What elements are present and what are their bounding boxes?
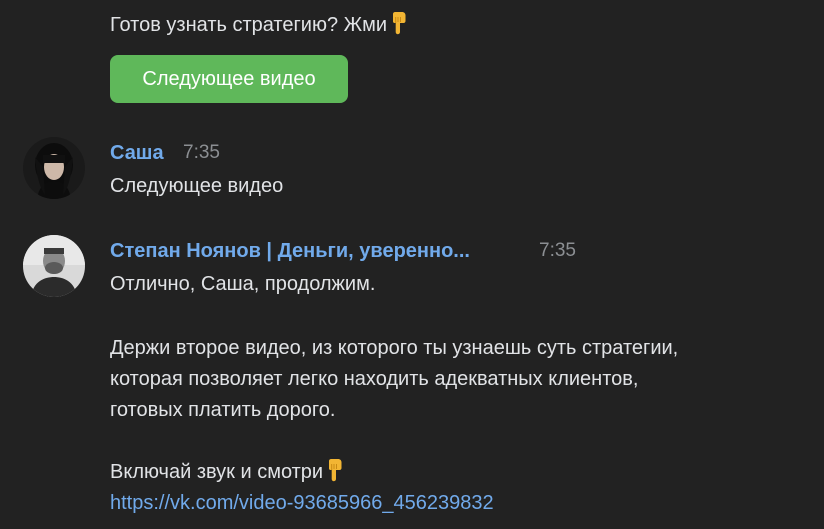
message-text: которая позволяет легко находить адекват… [110, 368, 639, 390]
avatar-stepan-image [23, 235, 85, 297]
avatar[interactable] [23, 137, 85, 199]
message-text: Держи второе видео, из которого ты узнае… [110, 337, 679, 359]
message-text-content: Включай звук и смотри [110, 461, 324, 483]
author-name[interactable]: Степан Ноянов | Деньги, уверенно... [110, 237, 470, 265]
message-text: Включай звук и смотри [110, 457, 345, 487]
message-text: готовых платить дорого. [110, 399, 336, 421]
message-text: Следующее видео [110, 175, 284, 197]
message-text: Готов узнать стратегию? Жми [110, 10, 409, 40]
next-video-button[interactable]: Следующее видео [110, 55, 348, 103]
message-link-line: https://vk.com/video-93685966_456239832 [110, 488, 494, 518]
backhand-index-pointing-down-icon [393, 12, 406, 35]
chat-history: Готов узнать стратегию? Жми Следующее ви… [0, 0, 824, 529]
message-time: 7:35 [539, 240, 576, 261]
video-link[interactable]: https://vk.com/video-93685966_456239832 [110, 492, 494, 514]
message-text-content: Готов узнать стратегию? Жми [110, 14, 388, 36]
author-name[interactable]: Саша [110, 139, 164, 167]
backhand-index-pointing-down-icon [329, 459, 342, 482]
message-text: Отлично, Саша, продолжим. [110, 273, 376, 295]
message-time: 7:35 [183, 142, 220, 163]
avatar-sasha-image [23, 137, 85, 199]
avatar[interactable] [23, 235, 85, 297]
